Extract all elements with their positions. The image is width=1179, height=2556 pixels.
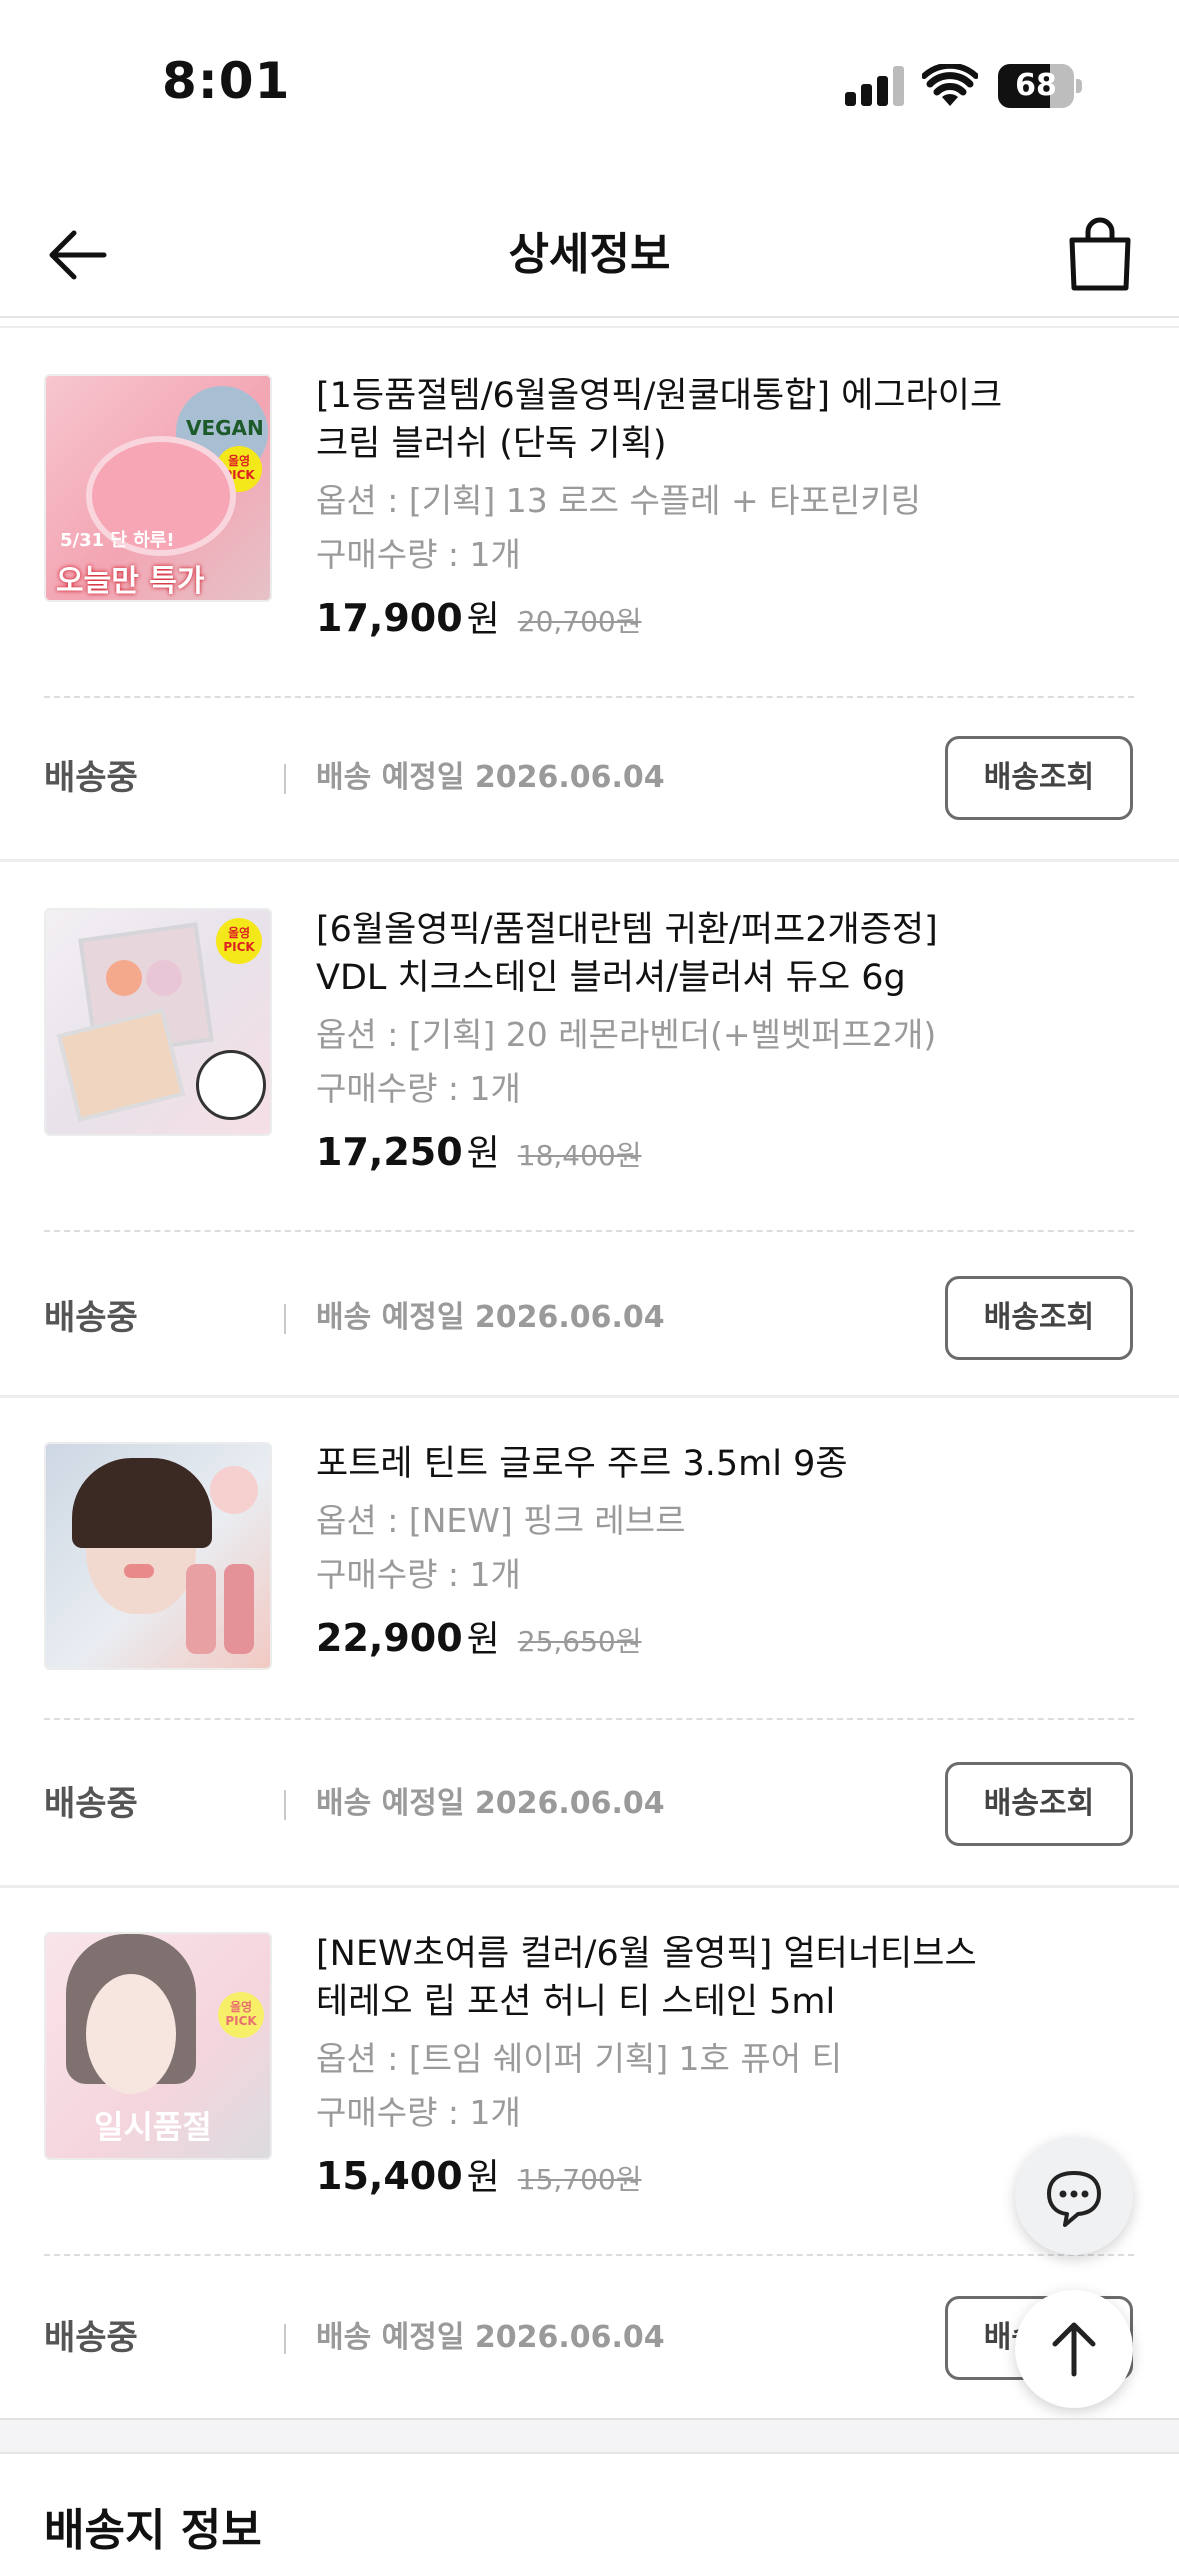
sale-price: 22,900 (316, 1616, 463, 1660)
scroll-to-top-button[interactable] (1015, 2290, 1133, 2408)
price-row: 17,900 원 20,700원 (316, 590, 1136, 642)
arrow-up-icon (1052, 2322, 1096, 2377)
shopping-bag-icon[interactable] (1060, 214, 1140, 294)
order-item: VEGAN 올영 PICK 5/31 단 하루! 오늘만 특가 [1등품절템/6… (0, 330, 1179, 860)
shipping-row: 배송중 배송 예정일 2026.06.04 배송조회 (0, 1276, 1179, 1360)
product-thumbnail[interactable] (44, 1442, 272, 1670)
product-info: [6월올영픽/품절대란템 귀환/퍼프2개증정] VDL 치크스테인 블러셔/블러… (316, 906, 1136, 1176)
vegan-badge-text: VEGAN (186, 416, 264, 440)
currency-unit: 원 (466, 1133, 500, 1174)
product-name-line2[interactable]: 테레오 립 포션 허니 티 스테인 5ml (316, 1978, 1136, 2026)
thumb-promo-label: 오늘만 특가 (56, 564, 205, 599)
item-separator (0, 859, 1179, 862)
currency-unit: 원 (466, 599, 500, 640)
track-delivery-button[interactable]: 배송조회 (945, 1276, 1133, 1360)
product-option: 옵션 : [기획] 13 로즈 수플레 + 타포린키링 (316, 481, 921, 520)
product-quantity: 구매수량 : 1개 (316, 2093, 521, 2132)
price-row: 22,900 원 25,650원 (316, 1610, 1136, 1662)
header-divider (0, 316, 1179, 318)
product-info: [1등품절템/6월올영픽/원쿨대통합] 에그라이크 크림 블러쉬 (단독 기획)… (316, 372, 1136, 642)
product-name-line1[interactable]: [6월올영픽/품절대란템 귀환/퍼프2개증정] (316, 906, 1136, 954)
shipping-status: 배송중 (44, 1784, 138, 1824)
order-item: 포트레 틴트 글로우 주르 3.5ml 9종 옵션 : [NEW] 핑크 레브르… (0, 1398, 1179, 1886)
delivery-date: 배송 예정일 2026.06.04 (316, 1300, 665, 1335)
chat-button[interactable] (1015, 2137, 1133, 2255)
shipping-info-title: 배송지 정보 (44, 2505, 262, 2556)
product-option: 옵션 : [기획] 20 레몬라벤더(+벨벳퍼프2개) (316, 1015, 937, 1054)
product-option: 옵션 : [트임 쉐이퍼 기획] 1호 퓨어 티 (316, 2039, 842, 2078)
original-price: 20,700원 (517, 605, 642, 638)
dashed-divider (44, 1718, 1134, 1720)
section-gap (0, 2418, 1179, 2454)
product-name-line2[interactable]: VDL 치크스테인 블러셔/블러셔 듀오 6g (316, 954, 1136, 1002)
product-name-line1[interactable]: [1등품절템/6월올영픽/원쿨대통합] 에그라이크 (316, 372, 1136, 420)
cellular-signal-icon (845, 66, 909, 106)
sold-out-overlay: 일시품절 (94, 2108, 212, 2146)
currency-unit: 원 (466, 1619, 500, 1660)
status-bar: 8:01 68 (0, 0, 1179, 170)
product-info: 포트레 틴트 글로우 주르 3.5ml 9종 옵션 : [NEW] 핑크 레브르… (316, 1440, 1136, 1662)
currency-unit: 원 (466, 2157, 500, 2198)
vertical-divider (284, 2324, 286, 2354)
product-info: [NEW초여름 컬러/6월 올영픽] 얼터너티브스 테레오 립 포션 허니 티 … (316, 1930, 1136, 2200)
delivery-date: 배송 예정일 2026.06.04 (316, 760, 665, 795)
product-name-line2[interactable]: 크림 블러쉬 (단독 기획) (316, 420, 1136, 468)
product-thumbnail[interactable]: 올영 PICK (44, 908, 272, 1136)
delivery-date: 배송 예정일 2026.06.04 (316, 2320, 665, 2355)
olive-pick-badge: 올영 PICK (216, 918, 262, 964)
original-price: 25,650원 (517, 1625, 642, 1658)
product-quantity: 구매수량 : 1개 (316, 535, 521, 574)
app-header: 상세정보 (0, 190, 1179, 320)
dashed-divider (44, 696, 1134, 698)
order-item: 올영 PICK [6월올영픽/품절대란템 귀환/퍼프2개증정] VDL 치크스테… (0, 864, 1179, 1394)
price-row: 15,400 원 15,700원 (316, 2148, 1136, 2200)
vertical-divider (284, 1304, 286, 1334)
dashed-divider (44, 1230, 1134, 1232)
product-thumbnail[interactable]: 올영 PICK 일시품절 (44, 1932, 272, 2160)
track-delivery-button[interactable]: 배송조회 (945, 1762, 1133, 1846)
product-thumbnail[interactable]: VEGAN 올영 PICK 5/31 단 하루! 오늘만 특가 (44, 374, 272, 602)
product-quantity: 구매수량 : 1개 (316, 1069, 521, 1108)
sale-price: 17,900 (316, 596, 463, 640)
status-time: 8:01 (162, 52, 291, 110)
header-divider-secondary (0, 326, 1179, 328)
shipping-status: 배송중 (44, 2318, 138, 2358)
price-row: 17,250 원 18,400원 (316, 1124, 1136, 1176)
vertical-divider (284, 764, 286, 794)
chat-bubble-icon (1047, 2171, 1101, 2227)
product-option: 옵션 : [NEW] 핑크 레브르 (316, 1501, 686, 1540)
track-delivery-button[interactable]: 배송조회 (945, 736, 1133, 820)
shipping-status: 배송중 (44, 1298, 138, 1338)
page-title: 상세정보 (508, 229, 671, 280)
vertical-divider (284, 1790, 286, 1820)
order-item: 올영 PICK 일시품절 [NEW초여름 컬러/6월 올영픽] 얼터너티브스 테… (0, 1888, 1179, 2418)
sale-price: 17,250 (316, 1130, 463, 1174)
shipping-row: 배송중 배송 예정일 2026.06.04 배송조회 (0, 2296, 1179, 2380)
product-name-line1[interactable]: 포트레 틴트 글로우 주르 3.5ml 9종 (316, 1440, 1136, 1488)
wifi-icon (922, 64, 978, 106)
thumb-promo-date: 5/31 단 하루! (60, 530, 175, 551)
shipping-status: 배송중 (44, 758, 138, 798)
product-name-line1[interactable]: [NEW초여름 컬러/6월 올영픽] 얼터너티브스 (316, 1930, 1136, 1978)
dashed-divider (44, 2254, 1134, 2256)
delivery-date: 배송 예정일 2026.06.04 (316, 1786, 665, 1821)
battery-level: 68 (1015, 68, 1057, 103)
original-price: 15,700원 (517, 2163, 642, 2196)
sale-price: 15,400 (316, 2154, 463, 2198)
product-quantity: 구매수량 : 1개 (316, 1555, 521, 1594)
shipping-row: 배송중 배송 예정일 2026.06.04 배송조회 (0, 1762, 1179, 1846)
original-price: 18,400원 (517, 1139, 642, 1172)
battery-icon: 68 (998, 64, 1082, 108)
shipping-row: 배송중 배송 예정일 2026.06.04 배송조회 (0, 736, 1179, 820)
